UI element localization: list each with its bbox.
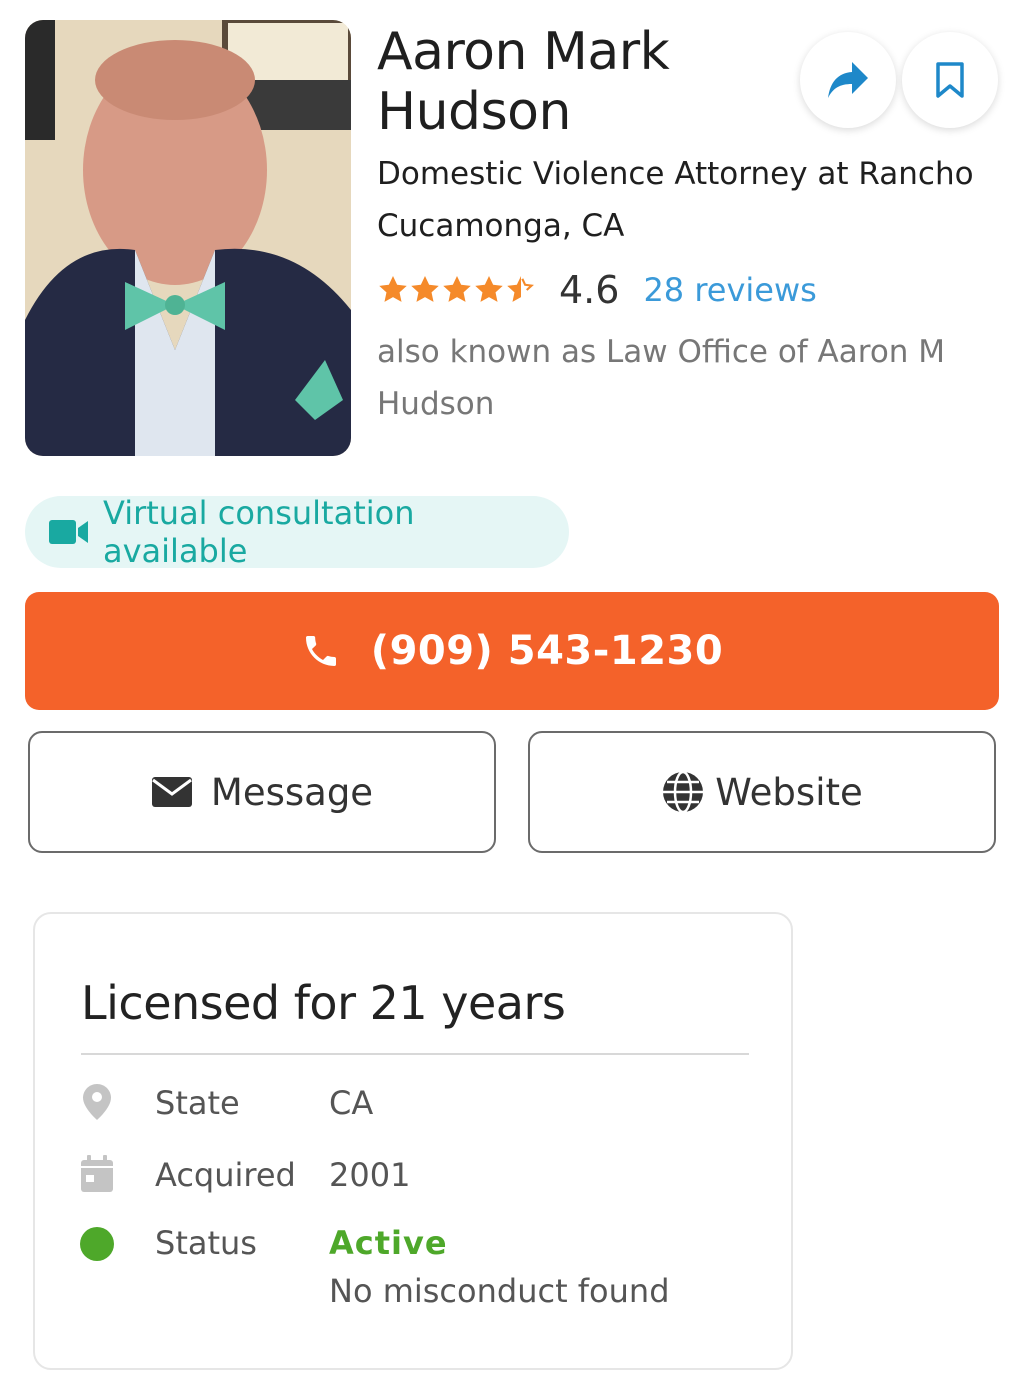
divider [81, 1053, 749, 1055]
status-value: Active [329, 1224, 448, 1262]
status-label: Status [155, 1224, 257, 1262]
license-title: Licensed for 21 years [81, 976, 566, 1030]
rating-value: 4.6 [559, 268, 620, 312]
bookmark-icon [936, 62, 964, 98]
message-label: Message [210, 770, 374, 814]
star-rating [377, 274, 537, 306]
license-state-row: State CA [79, 1082, 373, 1122]
globe-icon [663, 770, 704, 814]
status-note: No misconduct found [329, 1272, 670, 1310]
attorney-name: Aaron Mark Hudson [377, 22, 670, 142]
acquired-label: Acquired [155, 1156, 296, 1194]
share-arrow-icon [828, 62, 868, 98]
website-label: Website [715, 770, 863, 814]
state-label: State [155, 1084, 240, 1122]
license-card: Licensed for 21 years State CA Acquired … [33, 912, 793, 1370]
acquired-value: 2001 [329, 1156, 411, 1194]
phone-number: (909) 543-1230 [370, 628, 724, 674]
attorney-photo [25, 20, 351, 456]
share-button[interactable] [800, 32, 896, 128]
license-acquired-row: Acquired 2001 [79, 1154, 410, 1194]
calendar-icon [81, 1155, 113, 1192]
half-star-icon [507, 276, 534, 302]
also-known-as: also known as Law Office of Aaron M Huds… [377, 334, 946, 422]
call-button[interactable]: (909) 543-1230 [25, 592, 999, 710]
star-icon [411, 276, 439, 302]
website-button[interactable]: Website [528, 731, 996, 853]
message-button[interactable]: Message [28, 731, 496, 853]
star-icon [475, 276, 503, 302]
reviews-link[interactable]: 28 reviews [643, 271, 816, 309]
license-status-row: Status Active [79, 1224, 447, 1264]
attorney-portrait-image [25, 20, 351, 456]
state-value: CA [329, 1084, 374, 1122]
virtual-consultation-badge: Virtual consultation available [25, 494, 569, 570]
rating-row: 4.6 28 reviews [377, 262, 817, 318]
location-pin-icon [83, 1084, 111, 1120]
phone-icon [305, 636, 336, 666]
envelope-icon [151, 777, 192, 807]
virtual-consultation-label: Virtual consultation available [103, 494, 415, 570]
star-icon [379, 276, 407, 302]
attorney-subtitle: Domestic Violence Attorney at Rancho Cuc… [377, 156, 974, 244]
video-camera-icon [49, 520, 88, 544]
bookmark-button[interactable] [902, 32, 998, 128]
status-dot-icon [80, 1227, 114, 1261]
star-icon [443, 276, 471, 302]
